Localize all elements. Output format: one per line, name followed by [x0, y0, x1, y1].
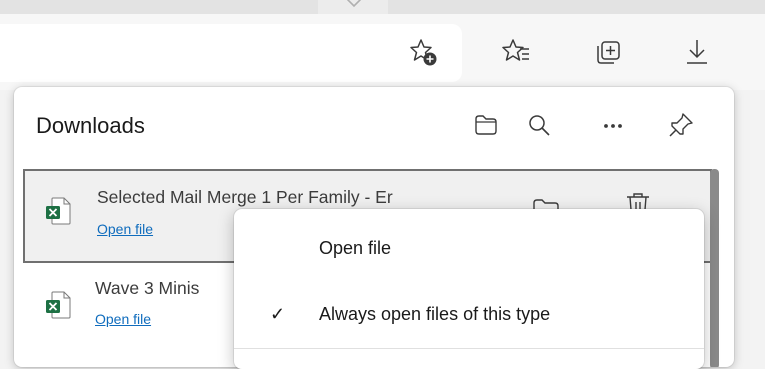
open-file-link[interactable]: Open file: [97, 221, 153, 237]
menu-item-always-open[interactable]: ✓ Always open files of this type: [234, 289, 704, 339]
excel-file-icon: [46, 291, 71, 319]
menu-item-open-file[interactable]: Open file: [234, 223, 704, 273]
menu-item-label: Always open files of this type: [319, 304, 551, 324]
panel-title: Downloads: [36, 113, 145, 138]
open-file-link[interactable]: Open file: [95, 311, 151, 327]
downloads-icon[interactable]: [677, 32, 717, 72]
menu-item-label: Open file: [319, 238, 392, 258]
download-filename: Selected Mail Merge 1 Per Family - Er: [97, 187, 393, 207]
check-icon: ✓: [270, 304, 286, 324]
more-icon[interactable]: [597, 109, 629, 141]
address-bar[interactable]: [0, 24, 462, 82]
collections-icon[interactable]: [588, 32, 628, 72]
browser-toolbar: [0, 14, 765, 90]
excel-file-icon: [46, 197, 71, 225]
tab-partial[interactable]: [318, 0, 388, 14]
scrollbar-thumb[interactable]: [710, 169, 719, 367]
search-icon[interactable]: [523, 109, 555, 141]
favorites-icon[interactable]: [496, 32, 536, 72]
pin-icon[interactable]: [665, 109, 697, 141]
menu-divider: [234, 348, 704, 349]
context-menu: Open file ✓ Always open files of this ty…: [234, 209, 704, 369]
add-favorite-icon[interactable]: [403, 32, 443, 72]
tab-chevron-icon: [346, 0, 362, 8]
folder-icon[interactable]: [470, 109, 502, 141]
